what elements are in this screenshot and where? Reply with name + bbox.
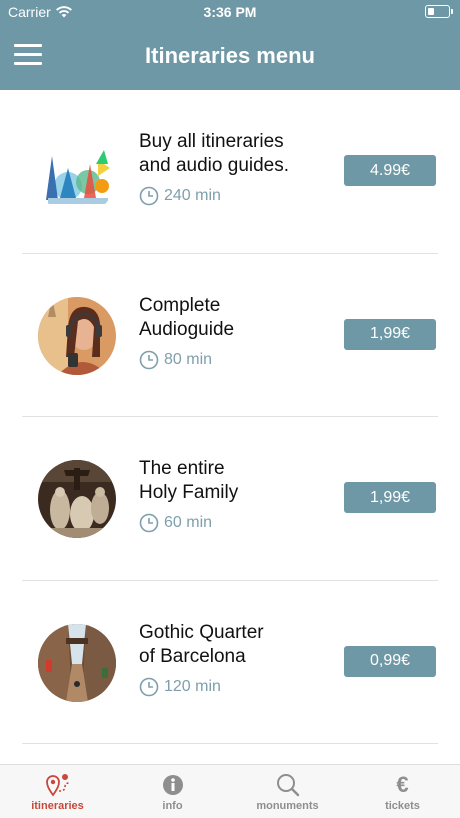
itineraries-list: Buy all itineraries and audio guides. 24… bbox=[0, 90, 460, 744]
tab-label: tickets bbox=[385, 800, 420, 812]
itinerary-title: Complete Audioguide bbox=[139, 294, 235, 340]
buy-button[interactable]: 1,99€ bbox=[344, 482, 436, 513]
itinerary-title: Gothic Quarter of Barcelona bbox=[139, 621, 264, 667]
barcelona-illustration-image bbox=[38, 138, 116, 216]
map-pin-route-icon bbox=[45, 773, 71, 797]
woman-headphones-thumbnail bbox=[38, 296, 116, 375]
buy-button[interactable]: 4.99€ bbox=[344, 155, 436, 186]
tab-label: monuments bbox=[256, 800, 319, 812]
buy-button[interactable]: 0,99€ bbox=[344, 645, 436, 677]
tab-info[interactable]: info bbox=[115, 765, 230, 818]
duration-label: 80 min bbox=[164, 350, 213, 368]
list-item[interactable]: The entire Holy Family 60 min 1,99€ bbox=[22, 417, 438, 581]
euro-icon: € bbox=[396, 772, 409, 797]
duration-label: 120 min bbox=[164, 677, 221, 695]
clock-icon bbox=[139, 186, 159, 206]
duration: 80 min bbox=[139, 350, 212, 370]
list-item[interactable]: Gothic Quarter of Barcelona 120 min 0,99… bbox=[22, 581, 438, 744]
duration-label: 60 min bbox=[164, 514, 213, 531]
tab-itineraries[interactable]: itineraries bbox=[0, 765, 115, 818]
duration: 240 min bbox=[139, 186, 221, 206]
buy-button[interactable]: 1,99€ bbox=[344, 318, 436, 350]
gothic-street-photo bbox=[38, 623, 116, 702]
tab-monuments[interactable]: monuments bbox=[230, 765, 345, 818]
clock-icon bbox=[139, 677, 159, 696]
duration: 60 min bbox=[139, 513, 212, 533]
navigation-bar: Itineraries menu bbox=[0, 24, 460, 90]
woman-headphones-photo bbox=[38, 296, 116, 375]
sculpture-photo bbox=[38, 460, 116, 538]
list-item[interactable]: Buy all itineraries and audio guides. 24… bbox=[22, 90, 438, 254]
barcelona-illustration-thumbnail bbox=[38, 138, 116, 216]
duration: 120 min bbox=[139, 677, 221, 697]
info-icon bbox=[162, 773, 184, 797]
search-icon bbox=[276, 773, 300, 797]
clock-icon bbox=[139, 513, 159, 533]
duration-label: 240 min bbox=[164, 187, 221, 204]
tab-label: itineraries bbox=[31, 800, 84, 812]
list-item[interactable]: Complete Audioguide 80 min 1,99€ bbox=[22, 254, 438, 417]
itinerary-title: Buy all itineraries and audio guides. bbox=[139, 131, 290, 176]
status-bar: Carrier 3:36 PM bbox=[0, 0, 460, 24]
tab-label: info bbox=[162, 800, 183, 812]
tab-tickets[interactable]: € tickets bbox=[345, 765, 460, 818]
sculpture-thumbnail bbox=[38, 460, 116, 538]
battery-icon bbox=[425, 5, 453, 18]
page-title: Itineraries menu bbox=[145, 43, 315, 68]
gothic-street-thumbnail bbox=[38, 623, 116, 702]
tab-bar: itineraries info monuments € tickets bbox=[0, 764, 460, 818]
itinerary-title: The entire Holy Family bbox=[139, 458, 239, 503]
clock-icon bbox=[139, 350, 159, 369]
clock: 3:36 PM bbox=[203, 4, 257, 20]
